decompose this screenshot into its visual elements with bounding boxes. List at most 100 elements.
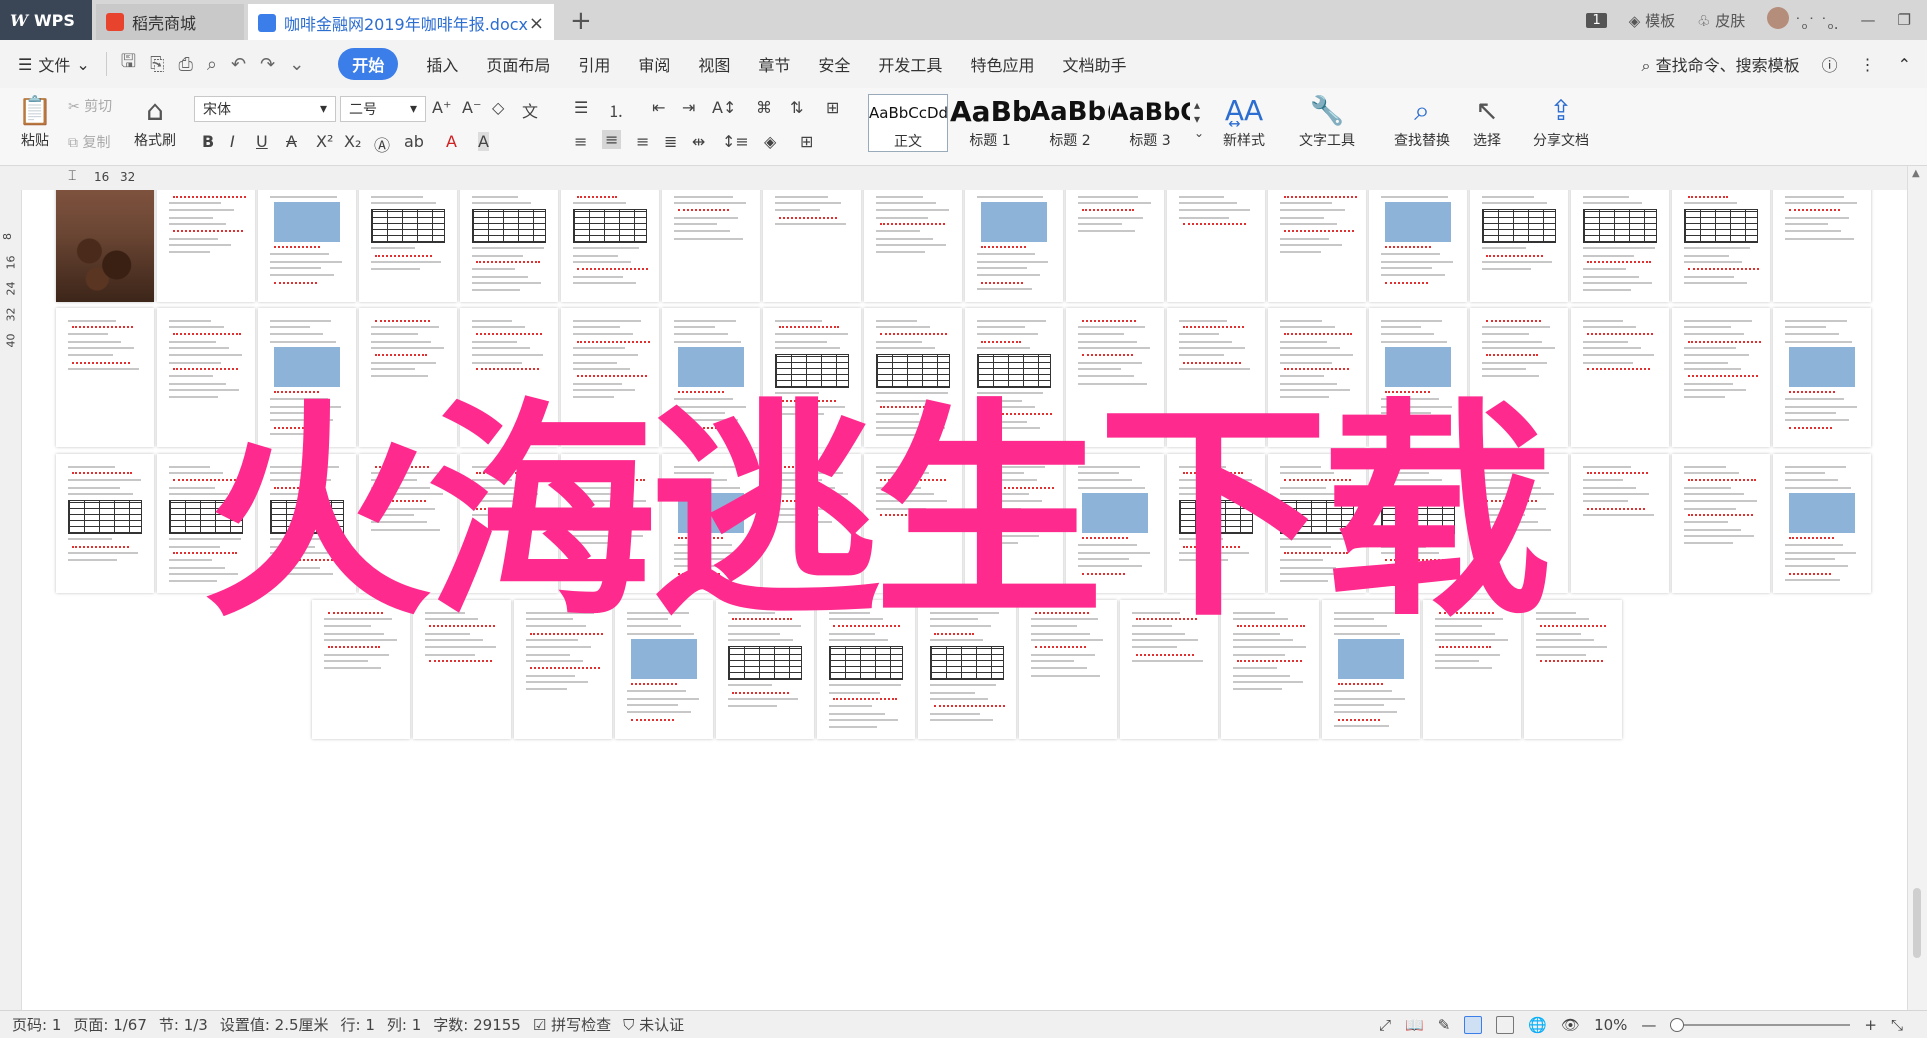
auth-status[interactable]: ⛉ 未认证 (623, 1014, 684, 1035)
web-view-icon[interactable]: 🌐 (1528, 1016, 1547, 1034)
page-thumbnail[interactable] (56, 190, 154, 302)
sort-icon[interactable]: ⇅ (790, 98, 803, 117)
vertical-ruler[interactable]: 8 16 24 32 40 (0, 190, 22, 1010)
page-thumbnail[interactable] (662, 190, 760, 302)
zoom-out-icon[interactable]: — (1641, 1016, 1656, 1034)
align-center-icon[interactable]: ≡ (602, 130, 622, 149)
grow-font-icon[interactable]: A⁺ (432, 98, 451, 117)
fit-page-icon[interactable]: ⤡ (1891, 1016, 1903, 1034)
page-thumbnail[interactable] (965, 308, 1063, 447)
tab-doc-assistant[interactable]: 文档助手 (1062, 52, 1126, 76)
line-spacing-icon[interactable]: ↕≡ (722, 132, 749, 151)
page-thumbnail[interactable] (1167, 190, 1265, 302)
page-thumbnail[interactable] (864, 454, 962, 593)
status-word-count[interactable]: 字数: 29155 (433, 1014, 521, 1035)
page-thumbnail[interactable] (56, 454, 154, 593)
share-doc-button[interactable]: ⇪ 分享文档 (1524, 92, 1598, 150)
zoom-level[interactable]: 10% (1594, 1016, 1627, 1034)
text-direction-icon[interactable]: A↕ (712, 98, 736, 117)
page-thumbnail[interactable] (1773, 190, 1871, 302)
horizontal-ruler[interactable]: ⌶ 16 32 (0, 166, 1927, 190)
window-count-badge[interactable]: 1 (1586, 12, 1607, 28)
page-thumbnail[interactable] (1066, 308, 1164, 447)
eye-protection-icon[interactable]: 👁 (1561, 1016, 1580, 1034)
highlight-icon[interactable]: ab (404, 132, 424, 151)
page-thumbnail[interactable] (716, 600, 814, 739)
menu-file[interactable]: ☰ 文件 ⌄ (18, 52, 90, 76)
page-thumbnail[interactable] (1571, 454, 1669, 593)
page-thumbnail[interactable] (561, 454, 659, 593)
zoom-slider[interactable] (1670, 1017, 1851, 1032)
tab-references[interactable]: 引用 (578, 52, 610, 76)
page-thumbnail[interactable] (157, 454, 255, 593)
spell-check-button[interactable]: ☑ 拼写检查 (533, 1014, 611, 1035)
page-thumbnail[interactable] (1470, 308, 1568, 447)
page-thumbnail[interactable] (662, 308, 760, 447)
shading-icon[interactable]: ◈ (764, 132, 776, 151)
font-color-icon[interactable]: A (446, 132, 457, 151)
borders-icon[interactable]: ⊞ (800, 132, 813, 151)
page-thumbnail[interactable] (1524, 600, 1622, 739)
page-thumbnail[interactable] (359, 190, 457, 302)
increase-indent-icon[interactable]: ⇥ (682, 98, 695, 117)
align-left-icon[interactable]: ≡ (574, 132, 587, 151)
page-thumbnail[interactable] (1773, 308, 1871, 447)
close-tab-icon[interactable]: × (529, 13, 544, 34)
collapse-ribbon-icon[interactable]: ⌃ (1898, 55, 1911, 74)
fullscreen-icon[interactable]: ⤢ (1379, 1016, 1391, 1034)
page-thumbnail[interactable] (460, 308, 558, 447)
page-thumbnail[interactable] (763, 454, 861, 593)
vertical-scrollbar[interactable]: ▲ (1907, 166, 1927, 1010)
format-painter-button[interactable]: ⌂ 格式刷 (130, 92, 180, 150)
page-thumbnail[interactable] (258, 308, 356, 447)
print-preview-icon[interactable]: ⌕ (207, 54, 217, 75)
quick-access-dropdown-icon[interactable]: ⌄ (289, 54, 304, 75)
paste-button[interactable]: 📋 粘贴 (12, 92, 58, 150)
page-thumbnail[interactable] (1167, 454, 1265, 593)
command-search[interactable]: ⌕ 查找命令、搜索模板 (1642, 52, 1800, 76)
style-heading-3[interactable]: AaBbC 标题 3 (1110, 94, 1190, 152)
tab-document[interactable]: 咖啡金融网2019年咖啡年报.docx × (248, 4, 554, 40)
pen-icon[interactable]: ✎ (1438, 1016, 1451, 1034)
bold-icon[interactable]: B (202, 132, 214, 151)
page-thumbnail[interactable] (514, 600, 612, 739)
page-thumbnail[interactable] (561, 308, 659, 447)
tab-stop-icon[interactable]: ⌶ (68, 168, 76, 184)
page-view-icon[interactable] (1464, 1015, 1483, 1034)
page-thumbnail[interactable] (561, 190, 659, 302)
restore-icon[interactable]: ❐ (1898, 11, 1911, 29)
page-thumbnail[interactable] (1167, 308, 1265, 447)
copy-button[interactable]: ⧉ 复制 (68, 132, 128, 152)
tab-docer-store[interactable]: 稻壳商城 (96, 4, 244, 40)
tab-start[interactable]: 开始 (338, 48, 399, 80)
superscript-icon[interactable]: X² (316, 132, 333, 151)
text-tools-button[interactable]: 🔧 文字工具 (1290, 92, 1364, 150)
italic-icon[interactable]: I (230, 132, 235, 151)
page-thumbnail[interactable] (157, 308, 255, 447)
page-thumbnail[interactable] (1221, 600, 1319, 739)
chinese-layout-icon[interactable]: ⌘ (756, 98, 772, 117)
page-thumbnail[interactable] (1672, 190, 1770, 302)
page-thumbnail[interactable] (763, 308, 861, 447)
save-icon[interactable]: 🖫 (121, 49, 136, 79)
page-thumbnail[interactable] (1470, 190, 1568, 302)
skin-button[interactable]: ♧ 皮肤 (1697, 10, 1745, 31)
zoom-slider-knob[interactable] (1670, 1017, 1685, 1032)
page-thumbnail[interactable] (965, 190, 1063, 302)
page-thumbnail[interactable] (763, 190, 861, 302)
justify-icon[interactable]: ≣ (664, 132, 677, 151)
page-thumbnail[interactable] (1369, 190, 1467, 302)
decrease-indent-icon[interactable]: ⇤ (652, 98, 665, 117)
status-page-number[interactable]: 页码: 1 (12, 1014, 61, 1035)
numbering-icon[interactable]: ⒈ (608, 98, 624, 122)
help-icon[interactable]: ⓘ (1822, 52, 1838, 76)
export-pdf-icon[interactable]: ⎘ (150, 54, 164, 75)
underline-icon[interactable]: U (256, 132, 268, 151)
page-thumbnail[interactable] (1369, 308, 1467, 447)
page-thumbnail[interactable] (56, 308, 154, 447)
style-heading-1[interactable]: AaBb 标题 1 (950, 94, 1030, 152)
show-marks-icon[interactable]: ⊞ (826, 98, 839, 117)
page-thumbnail[interactable] (1672, 308, 1770, 447)
page-thumbnail[interactable] (1268, 454, 1366, 593)
tab-view[interactable]: 视图 (698, 52, 730, 76)
